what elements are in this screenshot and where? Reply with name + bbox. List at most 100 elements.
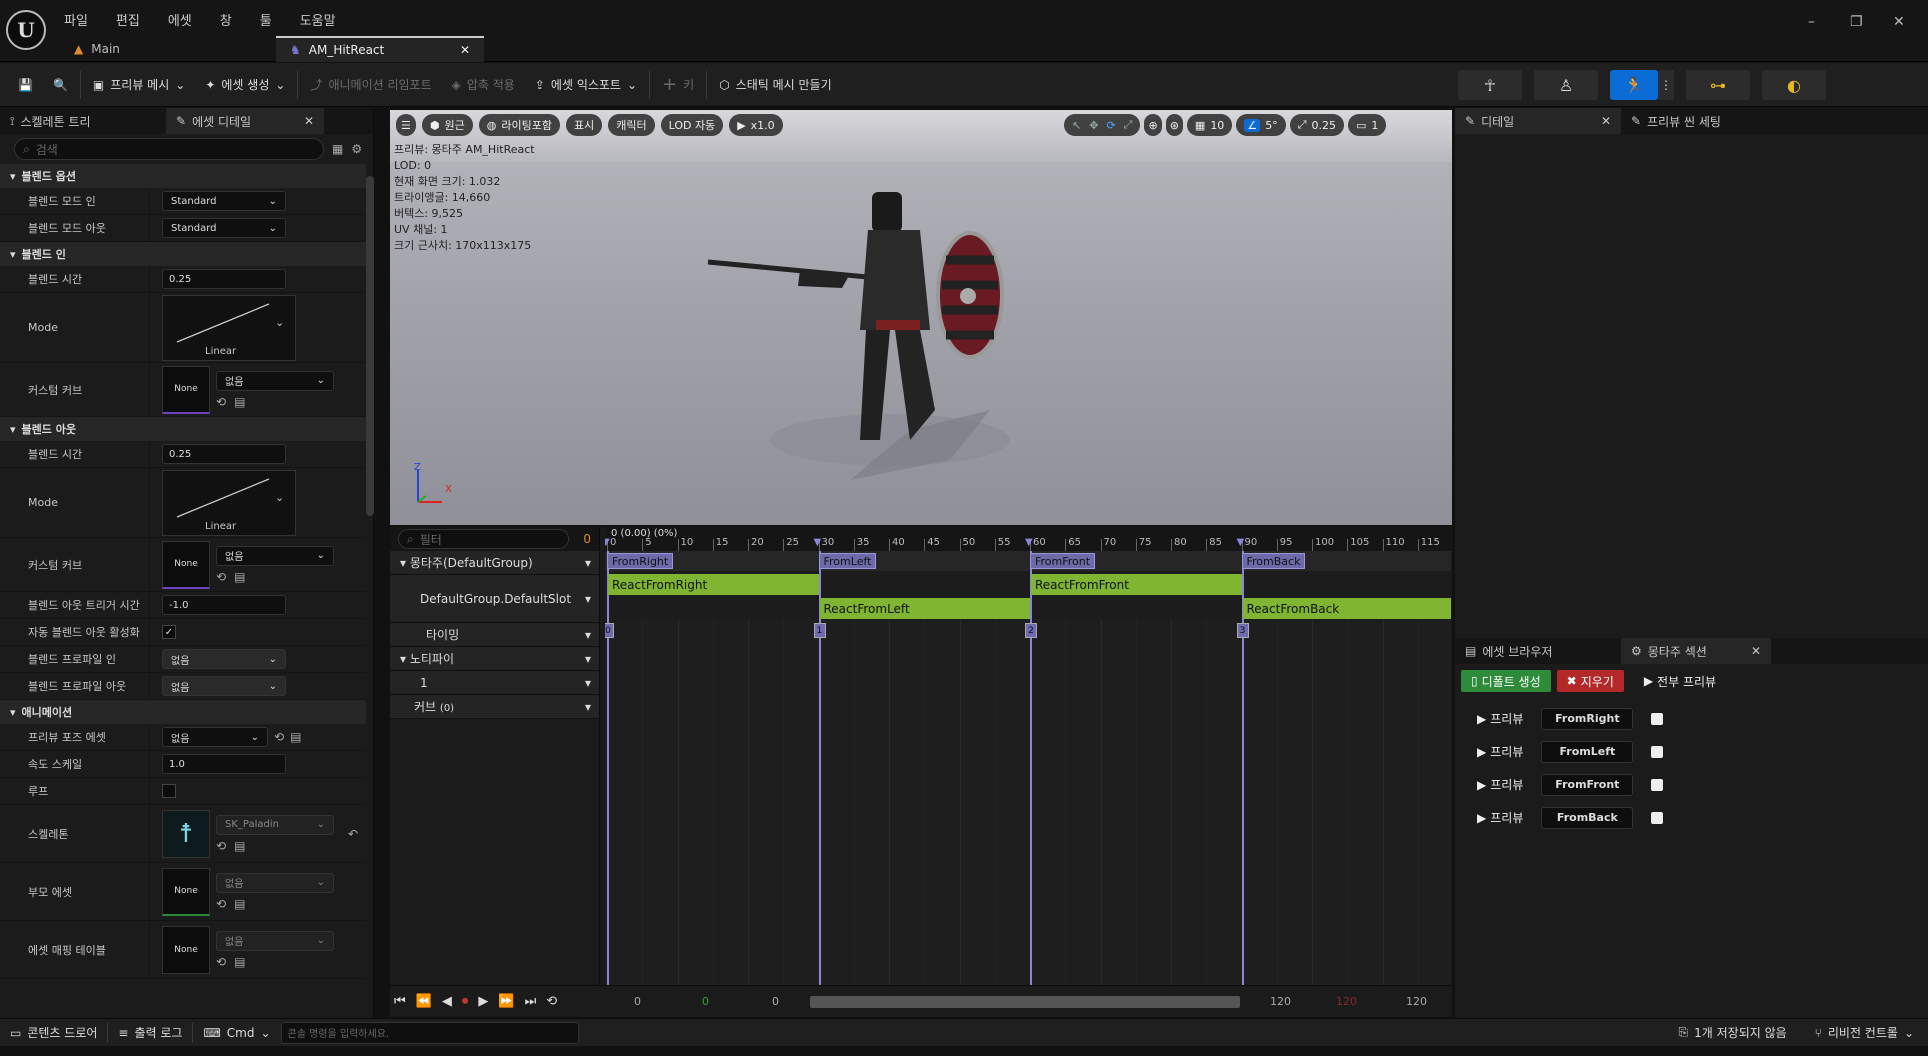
perspective-button[interactable]: ⬢ 원근	[421, 114, 473, 136]
preview-all-button[interactable]: ▶ 전부 프리뷰	[1644, 673, 1716, 690]
blend-profile-out-dropdown[interactable]: 없음 ⌄	[162, 676, 286, 696]
section-line[interactable]	[607, 551, 609, 987]
table-view-icon[interactable]: ▦	[332, 142, 343, 156]
blend-out-time-input[interactable]: 0.25	[162, 444, 286, 464]
category-animation[interactable]: ▾ 애니메이션	[0, 700, 366, 724]
step-back-icon[interactable]: ⏪	[416, 994, 432, 1009]
browse-folder-icon[interactable]: ▤	[234, 897, 245, 911]
timeline-area[interactable]: 0 (0.00) (0%) 0 5 10 15 20 25 30 35 40 45 50 55 60 65…	[605, 527, 1451, 987]
menu-help[interactable]: 도움말	[300, 10, 336, 29]
world-local-button[interactable]: ⊕	[1144, 114, 1162, 136]
cmd-button[interactable]: ⌨ Cmd ⌄	[193, 1026, 280, 1040]
skip-to-end-icon[interactable]: ⏭	[525, 994, 537, 1009]
timing-marker[interactable]: 2	[1025, 623, 1037, 638]
close-tab-icon[interactable]: ✕	[1601, 114, 1611, 128]
preview-viewport[interactable]: Z X	[390, 110, 1452, 525]
mapping-table-dropdown[interactable]: 없음 ⌄	[216, 930, 334, 951]
blend-mode-in-dropdown[interactable]: Standard ⌄	[162, 191, 286, 211]
compress-button[interactable]: ◈ 압축 적용	[444, 70, 523, 100]
create-default-button[interactable]: ▯ 디폴트 생성	[1461, 670, 1551, 692]
use-selected-icon[interactable]: ⟲	[216, 395, 226, 409]
close-tab-icon[interactable]: ✕	[1751, 644, 1761, 658]
lit-button[interactable]: ◍ 라이팅포함	[478, 114, 560, 136]
physics-mode-button[interactable]: ◐	[1762, 70, 1826, 100]
working-end-value[interactable]: 120	[1336, 995, 1357, 1008]
reset-arrow-icon[interactable]: ↶	[348, 827, 358, 841]
use-selected-icon[interactable]: ⟲	[216, 897, 226, 911]
rotation-snap-button[interactable]: ∠ 5°	[1236, 114, 1286, 136]
transform-mode-group[interactable]: ↖ ✥ ⟳ ⤢	[1064, 114, 1141, 136]
section-name-button[interactable]: FromBack	[1541, 806, 1634, 829]
loop-checkbox[interactable]	[162, 784, 176, 798]
console-input[interactable]: 콘솔 명령을 입력하세요.	[280, 1021, 579, 1044]
preview-pose-dropdown[interactable]: 없음 ⌄	[162, 727, 268, 747]
curve-thumbnail[interactable]: None	[162, 540, 210, 589]
use-selected-icon[interactable]: ⟲	[274, 730, 284, 744]
auto-blend-out-checkbox[interactable]: ✓	[162, 625, 176, 639]
playback-start-value[interactable]: 0	[772, 995, 779, 1008]
details-scrollbar[interactable]	[366, 176, 374, 516]
make-static-mesh-button[interactable]: ⬡ 스태틱 메시 만들기	[711, 70, 839, 100]
category-blend-in[interactable]: ▾ 블렌드 인	[0, 242, 366, 266]
section-name-button[interactable]: FromFront	[1541, 773, 1634, 796]
track-timing[interactable]: 타이밍 ▾	[390, 623, 599, 647]
parent-thumbnail[interactable]: None	[162, 867, 210, 916]
menu-asset[interactable]: 에셋	[168, 10, 192, 29]
working-start-value[interactable]: 0	[702, 995, 709, 1008]
browse-folder-icon[interactable]: ▤	[290, 730, 301, 744]
track-curves[interactable]: 커브 (0) ▾	[390, 695, 599, 719]
section-preview-button[interactable]: ▶ 프리뷰	[1477, 710, 1523, 727]
unreal-logo[interactable]: U	[6, 10, 46, 50]
clear-button[interactable]: ✖ 지우기	[1556, 670, 1624, 692]
parent-asset-dropdown[interactable]: 없음 ⌄	[216, 872, 334, 893]
track-montage-group[interactable]: ▾ 몽타주(DefaultGroup) ▾	[390, 551, 599, 575]
show-button[interactable]: 표시	[565, 114, 603, 136]
track-slot[interactable]: DefaultGroup.DefaultSlot ▾	[390, 575, 599, 623]
rate-scale-input[interactable]: 1.0	[162, 754, 286, 774]
blend-profile-in-dropdown[interactable]: 없음 ⌄	[162, 649, 286, 669]
section-label[interactable]: FromLeft	[818, 553, 877, 569]
section-marker-icon[interactable]: ▼	[814, 537, 822, 548]
view-start-value[interactable]: 0	[634, 995, 641, 1008]
content-drawer-button[interactable]: ▭ 콘텐츠 드로어	[0, 1024, 107, 1041]
tab-details[interactable]: ✎ 디테일 ✕	[1455, 108, 1621, 134]
slot-segment[interactable]: ReactFromRight	[608, 574, 819, 595]
gear-icon[interactable]: ⚙	[351, 142, 362, 156]
mode-options-button[interactable]: ⋮	[1658, 70, 1674, 100]
play-reverse-icon[interactable]: ◀	[442, 994, 452, 1009]
section-label[interactable]: FromRight	[607, 553, 674, 569]
revision-control-button[interactable]: ⑂ 리비전 컨트롤 ⌄	[1801, 1024, 1928, 1041]
close-tab-icon[interactable]: ✕	[304, 114, 314, 128]
viewport-menu-button[interactable]: ☰	[396, 114, 416, 136]
browse-folder-icon[interactable]: ▤	[234, 839, 245, 853]
section-marker-icon[interactable]: ▼	[605, 537, 610, 548]
restore-button[interactable]: ❐	[1850, 14, 1863, 30]
menu-tools[interactable]: 툴	[260, 10, 272, 29]
playback-speed-button[interactable]: ▶ x1.0	[729, 114, 783, 136]
category-blend-out[interactable]: ▾ 블렌드 아웃	[0, 417, 366, 441]
blend-out-trigger-input[interactable]: -1.0	[162, 595, 286, 615]
mapping-thumbnail[interactable]: None	[162, 925, 210, 974]
tab-preview-scene-settings[interactable]: ✎ 프리뷰 씬 세팅	[1621, 108, 1801, 134]
section-loop-checkbox[interactable]	[1651, 745, 1664, 758]
blend-in-mode-picker[interactable]: Linear ⌄	[162, 294, 296, 361]
tab-asset-browser[interactable]: ▤ 에셋 브라우저	[1455, 638, 1621, 664]
play-forward-icon[interactable]: ▶	[478, 994, 488, 1009]
tab-skeleton-tree[interactable]: ⟟ 스켈레톤 트리	[0, 108, 166, 134]
section-marker-icon[interactable]: ▼	[1237, 537, 1245, 548]
slot-segment[interactable]: ReactFromFront	[1031, 574, 1242, 595]
tab-am-hitreact[interactable]: ♞ AM_HitReact ✕	[276, 36, 484, 62]
section-line[interactable]	[1030, 551, 1032, 987]
view-end-value[interactable]: 120	[1406, 995, 1427, 1008]
section-preview-button[interactable]: ▶ 프리뷰	[1477, 809, 1523, 826]
track-filter-input[interactable]: ⌕ 필터	[398, 529, 570, 549]
skeleton-mode-button[interactable]: ☥	[1458, 70, 1522, 100]
reimport-button[interactable]: ⤴ 애니메이션 리임포트	[302, 70, 439, 100]
menu-file[interactable]: 파일	[64, 10, 88, 29]
timing-marker[interactable]: 3	[1236, 623, 1249, 638]
playback-end-value[interactable]: 120	[1270, 995, 1291, 1008]
blueprint-mode-button[interactable]: ⊶	[1686, 70, 1750, 100]
track-notifies[interactable]: ▾ 노티파이 ▾	[390, 647, 599, 671]
browse-folder-icon[interactable]: ▤	[234, 955, 245, 969]
menu-edit[interactable]: 편집	[116, 10, 140, 29]
